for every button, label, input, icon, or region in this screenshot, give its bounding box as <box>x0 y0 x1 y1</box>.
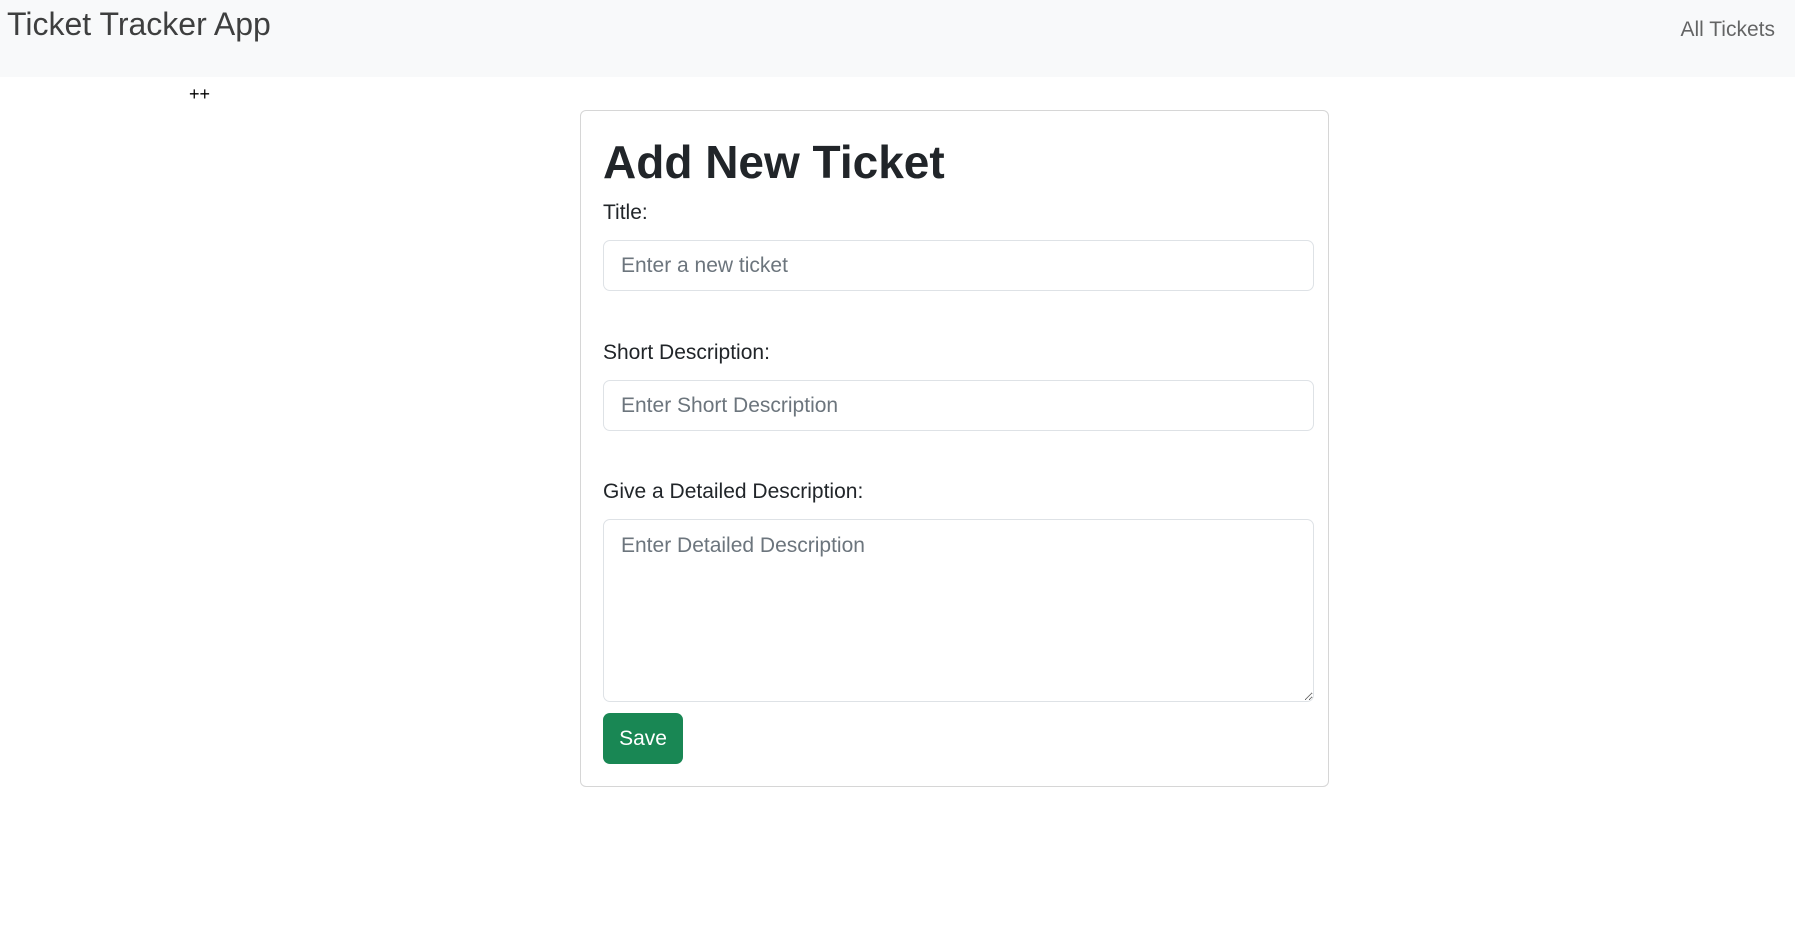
navbar: Ticket Tracker App All Tickets <box>0 0 1795 77</box>
save-button[interactable]: Save <box>603 713 683 764</box>
short-description-label: Short Description: <box>603 341 770 364</box>
stray-text: ++ <box>189 84 211 104</box>
detailed-description-textarea[interactable] <box>603 519 1314 702</box>
nav-link-all-tickets[interactable]: All Tickets <box>1680 18 1775 42</box>
page-title: Add New Ticket <box>603 136 945 188</box>
title-input[interactable] <box>603 240 1314 291</box>
short-description-input[interactable] <box>603 380 1314 431</box>
title-label: Title: <box>603 201 648 224</box>
brand-title[interactable]: Ticket Tracker App <box>7 6 271 43</box>
detailed-description-label: Give a Detailed Description: <box>603 480 864 503</box>
